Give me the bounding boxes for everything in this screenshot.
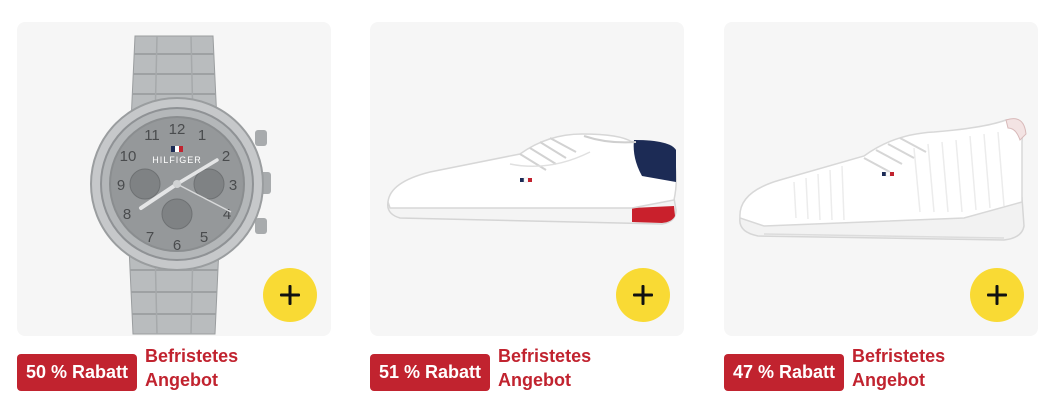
product-card-knit-sneaker[interactable]: 47 % Rabatt Befristetes Angebot <box>724 22 1040 392</box>
brand-logo-text: HILFIGER <box>152 155 202 165</box>
svg-text:9: 9 <box>117 177 125 194</box>
svg-text:11: 11 <box>144 127 160 144</box>
deal-info: 51 % Rabatt Befristetes Angebot <box>370 344 686 392</box>
discount-badge: 50 % Rabatt <box>17 354 138 391</box>
svg-text:5: 5 <box>200 229 208 246</box>
product-card-leather-sneaker[interactable]: 51 % Rabatt Befristetes Angebot <box>370 22 686 392</box>
svg-text:8: 8 <box>123 206 131 223</box>
deal-label: Befristetes Angebot <box>498 346 592 390</box>
plus-icon <box>280 285 300 305</box>
svg-text:10: 10 <box>120 148 137 165</box>
discount-badge: 47 % Rabatt <box>724 354 845 391</box>
svg-text:2: 2 <box>222 148 230 165</box>
product-image-container[interactable]: 12 1 2 3 4 5 6 7 8 9 10 11 HILFIGER <box>17 22 331 336</box>
plus-icon <box>987 285 1007 305</box>
add-to-cart-button[interactable] <box>263 268 317 322</box>
svg-text:1: 1 <box>198 127 206 144</box>
svg-text:12: 12 <box>169 121 186 138</box>
discount-badge: 51 % Rabatt <box>370 354 491 391</box>
product-image-container[interactable] <box>724 22 1038 336</box>
plus-icon <box>633 285 653 305</box>
svg-text:7: 7 <box>146 229 154 246</box>
product-card-watch[interactable]: 12 1 2 3 4 5 6 7 8 9 10 11 HILFIGER 50 %… <box>17 22 333 392</box>
add-to-cart-button[interactable] <box>616 268 670 322</box>
svg-text:6: 6 <box>173 237 181 254</box>
deal-label: Befristetes Angebot <box>145 346 239 390</box>
product-image-container[interactable] <box>370 22 684 336</box>
svg-text:3: 3 <box>229 177 237 194</box>
deal-label: Befristetes Angebot <box>852 346 946 390</box>
deal-info: 47 % Rabatt Befristetes Angebot <box>724 344 1040 392</box>
add-to-cart-button[interactable] <box>970 268 1024 322</box>
deal-info: 50 % Rabatt Befristetes Angebot <box>17 344 333 392</box>
